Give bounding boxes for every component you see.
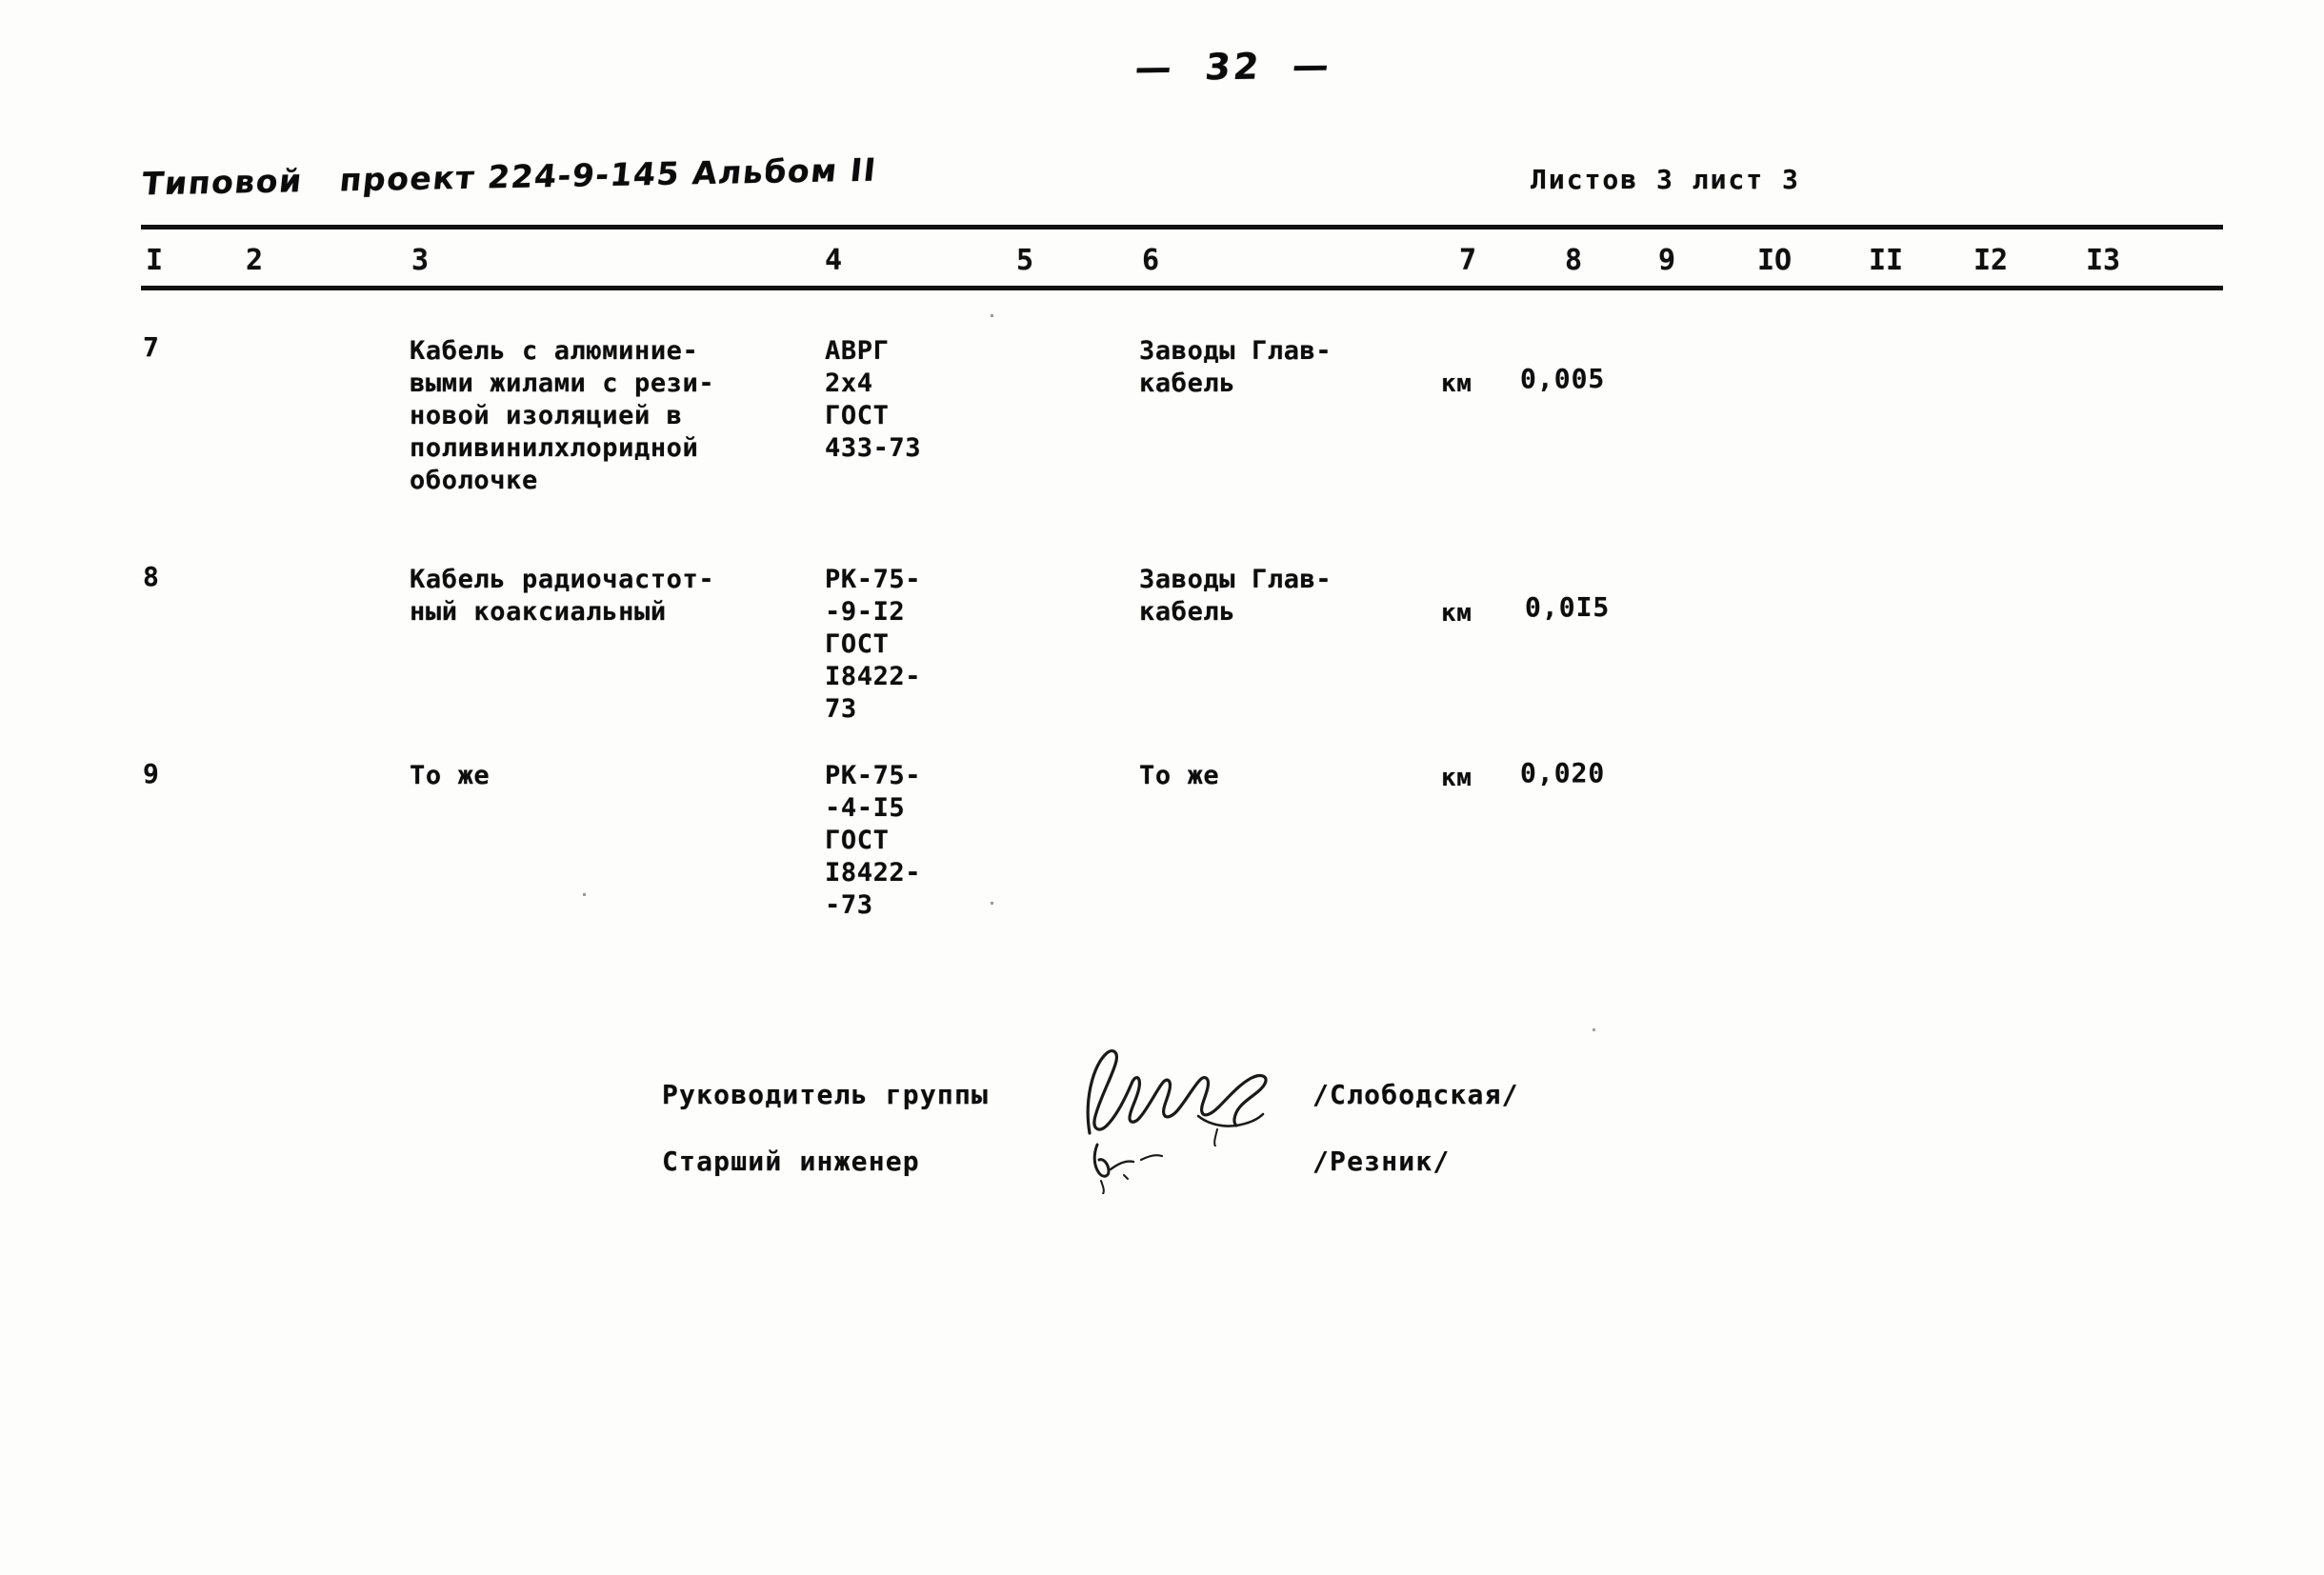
row-specification: РК-75- -9-I2 ГОСТ I8422- 73 — [825, 565, 922, 724]
row-quantity: 0,020 — [1520, 757, 1606, 788]
table-rule-bottom — [141, 286, 2223, 290]
column-number-3: 3 — [411, 244, 430, 277]
document-page: — 32 — Типовой проект 224-9-145 Альбом I… — [0, 0, 2324, 1575]
page-number: — 32 — — [1132, 44, 1333, 90]
row-supplier: Заводы Глав- кабель — [1139, 336, 1332, 398]
scan-speckle — [991, 902, 993, 905]
column-number-10: IO — [1757, 244, 1793, 277]
column-number-11: II — [1869, 244, 1904, 277]
column-number-7: 7 — [1459, 244, 1477, 277]
scan-speckle — [1593, 1028, 1595, 1031]
table-column-number-row: I 2 3 4 5 6 7 8 9 IO II I2 I3 — [0, 244, 2324, 282]
signature-role-label: Старший инженер — [662, 1146, 920, 1177]
column-number-4: 4 — [825, 244, 843, 277]
row-description: Кабель радиочастот- ный коаксиальный — [410, 565, 715, 627]
row-quantity: 0,005 — [1520, 363, 1606, 394]
signature-name: /Слободская/ — [1312, 1079, 1519, 1110]
row-specification: АВРГ 2х4 ГОСТ 433-73 — [825, 336, 922, 463]
row-quantity: 0,0I5 — [1525, 591, 1611, 623]
signature-name: /Резник/ — [1312, 1146, 1451, 1177]
signature-role-label: Руководитель группы — [662, 1079, 990, 1110]
table-rule-top — [141, 225, 2223, 229]
row-specification: РК-75- -4-I5 ГОСТ I8422- -73 — [825, 761, 922, 920]
column-number-5: 5 — [1016, 244, 1034, 277]
column-number-6: 6 — [1142, 244, 1160, 277]
scan-speckle — [583, 893, 586, 896]
column-number-8: 8 — [1565, 244, 1583, 277]
column-number-9: 9 — [1658, 244, 1676, 277]
column-number-2: 2 — [246, 244, 264, 277]
row-description: Кабель с алюминие- выми жилами с рези- н… — [410, 336, 715, 495]
column-number-1: I — [146, 244, 164, 277]
row-unit: км — [1441, 369, 1473, 398]
row-number: 8 — [143, 561, 160, 592]
project-title: Типовой проект 224-9-145 Альбом II — [140, 150, 879, 203]
sheets-info: Листов 3 лист 3 — [1531, 164, 1800, 195]
column-number-12: I2 — [1973, 244, 2009, 277]
row-description: То же — [410, 761, 491, 790]
scan-speckle — [991, 314, 993, 317]
column-number-13: I3 — [2086, 244, 2121, 277]
row-supplier: Заводы Глав- кабель — [1139, 565, 1332, 627]
row-number: 9 — [143, 758, 160, 789]
signature-mark-senior-engineer — [1086, 1131, 1219, 1194]
row-number: 7 — [143, 331, 160, 363]
row-unit: км — [1441, 764, 1473, 792]
row-supplier: То же — [1139, 761, 1220, 790]
row-unit: км — [1441, 599, 1473, 628]
